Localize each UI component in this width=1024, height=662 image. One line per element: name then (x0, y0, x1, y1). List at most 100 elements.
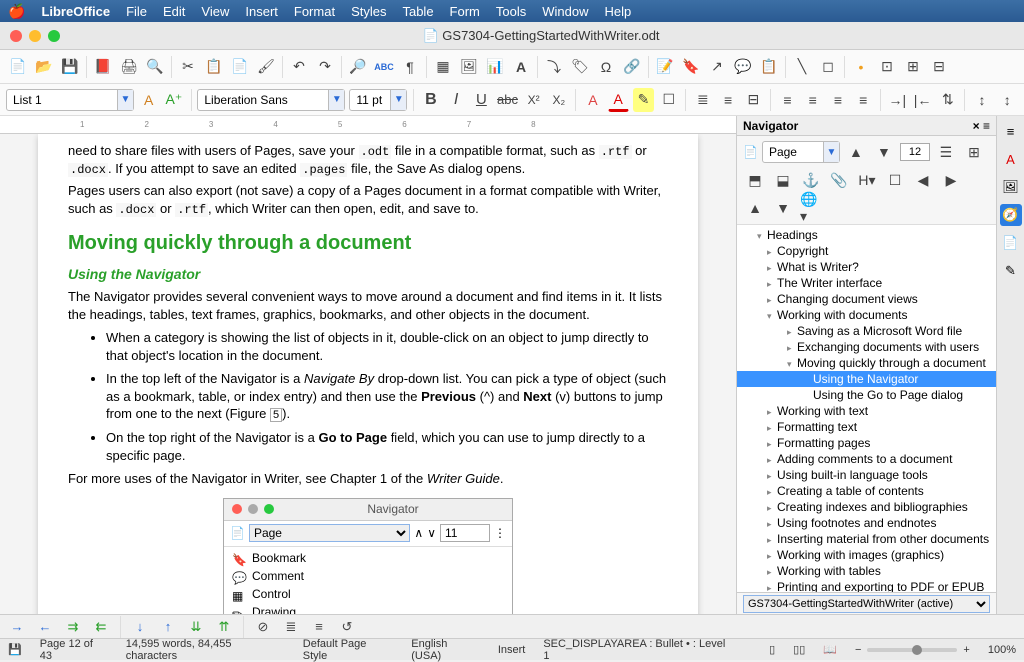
chevron-down-icon[interactable]: ▼ (117, 90, 133, 110)
document-page[interactable]: need to share files with users of Pages,… (38, 134, 698, 614)
chart-button[interactable]: 📊 (483, 55, 507, 79)
align-center-button[interactable]: ≡ (802, 88, 823, 112)
clone-format-button[interactable]: 🖌 (254, 55, 278, 79)
tree-item[interactable]: ▸Formatting pages (737, 435, 996, 451)
print-preview-button[interactable]: 🔍 (143, 55, 167, 79)
sidebar-tab-navigator[interactable]: 🧭 (1000, 204, 1022, 226)
goto-page-input[interactable] (900, 143, 930, 161)
chevron-down-icon[interactable]: ▼ (390, 90, 406, 110)
bookmark-button[interactable]: 🔖 (679, 55, 703, 79)
heading-1[interactable]: Moving quickly through a document (68, 230, 668, 257)
font-name-dropdown[interactable]: ▼ (197, 89, 345, 111)
tree-item[interactable]: ▸Using built-in language tools (737, 467, 996, 483)
numbering-button[interactable]: ≡ (717, 88, 738, 112)
prev-button[interactable]: ▲ (844, 140, 868, 164)
tree-item[interactable]: ▾Moving quickly through a document (737, 355, 996, 371)
tree-item[interactable]: ▸Using footnotes and endnotes (737, 515, 996, 531)
font-size-dropdown[interactable]: ▼ (349, 89, 407, 111)
spellcheck-button[interactable]: ABC (372, 55, 396, 79)
view-layout-book-icon[interactable]: 📖 (823, 643, 837, 656)
tree-item[interactable]: ▸Formatting text (737, 419, 996, 435)
show-draw-button[interactable]: • (849, 55, 873, 79)
tree-item[interactable]: Using the Navigator (737, 371, 996, 387)
tree-item[interactable]: ▸Saving as a Microsoft Word file (737, 323, 996, 339)
align-left-button[interactable]: ≡ (777, 88, 798, 112)
promote-left-button[interactable]: ◀ (911, 168, 935, 192)
toggle-2-button[interactable]: ⊞ (901, 55, 925, 79)
bullet-list[interactable]: When a category is showing the list of o… (68, 329, 668, 464)
list-item[interactable]: In the top left of the Navigator is a Na… (106, 370, 668, 423)
cross-ref-button[interactable]: ↗ (705, 55, 729, 79)
move-up-sub-button[interactable]: ⇈ (213, 617, 235, 637)
export-pdf-button[interactable]: 📕 (91, 55, 115, 79)
menu-insert[interactable]: Insert (245, 4, 278, 19)
next-button[interactable]: ▼ (872, 140, 896, 164)
update-style-button[interactable]: A (138, 88, 159, 112)
textbox-button[interactable]: A (509, 55, 533, 79)
close-button[interactable] (10, 30, 22, 42)
redo-button[interactable]: ↷ (313, 55, 337, 79)
italic-button[interactable]: I (446, 88, 467, 112)
headings-levels-button[interactable]: H▾ (855, 168, 879, 192)
tree-item[interactable]: ▸What is Writer? (737, 259, 996, 275)
menu-table[interactable]: Table (402, 4, 433, 19)
sidebar-tab-styles[interactable]: A (1000, 148, 1022, 170)
status-selection[interactable]: SEC_DISPLAYAREA : Bullet • : Level 1 (543, 638, 733, 662)
find-button[interactable]: 🔎 (346, 55, 370, 79)
menu-view[interactable]: View (201, 4, 229, 19)
tree-item[interactable]: ▸Changing document views (737, 291, 996, 307)
menu-tools[interactable]: Tools (496, 4, 526, 19)
body-paragraph[interactable]: need to share files with users of Pages,… (68, 142, 668, 178)
content-view-button[interactable]: ☰ (934, 140, 958, 164)
save-button[interactable]: 💾 (58, 55, 82, 79)
line-spacing-button[interactable]: ⇅ (937, 88, 958, 112)
align-right-button[interactable]: ≡ (827, 88, 848, 112)
indent-dec-button[interactable]: |← (912, 88, 933, 112)
tree-item[interactable]: ▸The Writer interface (737, 275, 996, 291)
move-down-sub-button[interactable]: ⇊ (185, 617, 207, 637)
menu-icon[interactable]: ⋮ (494, 525, 506, 541)
menu-form[interactable]: Form (450, 4, 480, 19)
sidebar-tab-inspector[interactable]: ✎ (1000, 260, 1022, 282)
field-button[interactable]: 🏷 (568, 55, 592, 79)
zoom-button[interactable] (48, 30, 60, 42)
paragraph-style-input[interactable] (7, 93, 117, 107)
status-page-style[interactable]: Default Page Style (303, 638, 393, 662)
font-size-input[interactable] (350, 93, 390, 107)
new-button[interactable]: 📄 (6, 55, 30, 79)
body-paragraph[interactable]: Pages users can also export (not save) a… (68, 182, 668, 218)
list-item[interactable]: On the top right of the Navigator is a G… (106, 429, 668, 464)
move-down-button[interactable]: ↓ (129, 617, 151, 637)
status-page[interactable]: Page 12 of 43 (40, 638, 108, 662)
new-style-button[interactable]: A⁺ (163, 88, 184, 112)
tree-root[interactable]: ▾Headings (737, 227, 996, 243)
list-item[interactable]: When a category is showing the list of o… (106, 329, 668, 364)
zoom-in-icon[interactable]: + (963, 644, 969, 656)
list-item[interactable]: ✏Drawing (224, 603, 512, 614)
menu-file[interactable]: File (126, 4, 147, 19)
highlight-button[interactable]: ✎ (633, 88, 654, 112)
demote-sub-button[interactable]: ⇉ (62, 617, 84, 637)
sidebar-tab-page[interactable]: 📄 (1000, 232, 1022, 254)
navigator-tree[interactable]: ▾Headings ▸Copyright▸What is Writer?▸The… (737, 225, 996, 592)
header-button[interactable]: ⬒ (743, 168, 767, 192)
menu-styles[interactable]: Styles (351, 4, 386, 19)
undo-button[interactable]: ↶ (287, 55, 311, 79)
status-wordcount[interactable]: 14,595 words, 84,455 characters (126, 638, 285, 662)
font-name-input[interactable] (198, 93, 328, 107)
comment-button[interactable]: 💬 (731, 55, 755, 79)
special-char-button[interactable]: Ω (594, 55, 618, 79)
close-icon[interactable]: × (973, 119, 980, 133)
strike-button[interactable]: abc (496, 88, 519, 112)
footnote-button[interactable]: 📝 (653, 55, 677, 79)
menu-edit[interactable]: Edit (163, 4, 185, 19)
line-button[interactable]: ╲ (790, 55, 814, 79)
restart-numbering-button[interactable]: ↺ (336, 617, 358, 637)
track-changes-button[interactable]: 📋 (757, 55, 781, 79)
toggle-1-button[interactable]: ⊡ (875, 55, 899, 79)
zoom-slider[interactable]: − + (855, 644, 970, 656)
page-break-button[interactable]: ⤵ (542, 55, 566, 79)
navby-dropdown[interactable]: ▼ (762, 141, 840, 163)
promote-sub-button[interactable]: ⇇ (90, 617, 112, 637)
menu-icon[interactable]: ≡ (983, 119, 990, 133)
